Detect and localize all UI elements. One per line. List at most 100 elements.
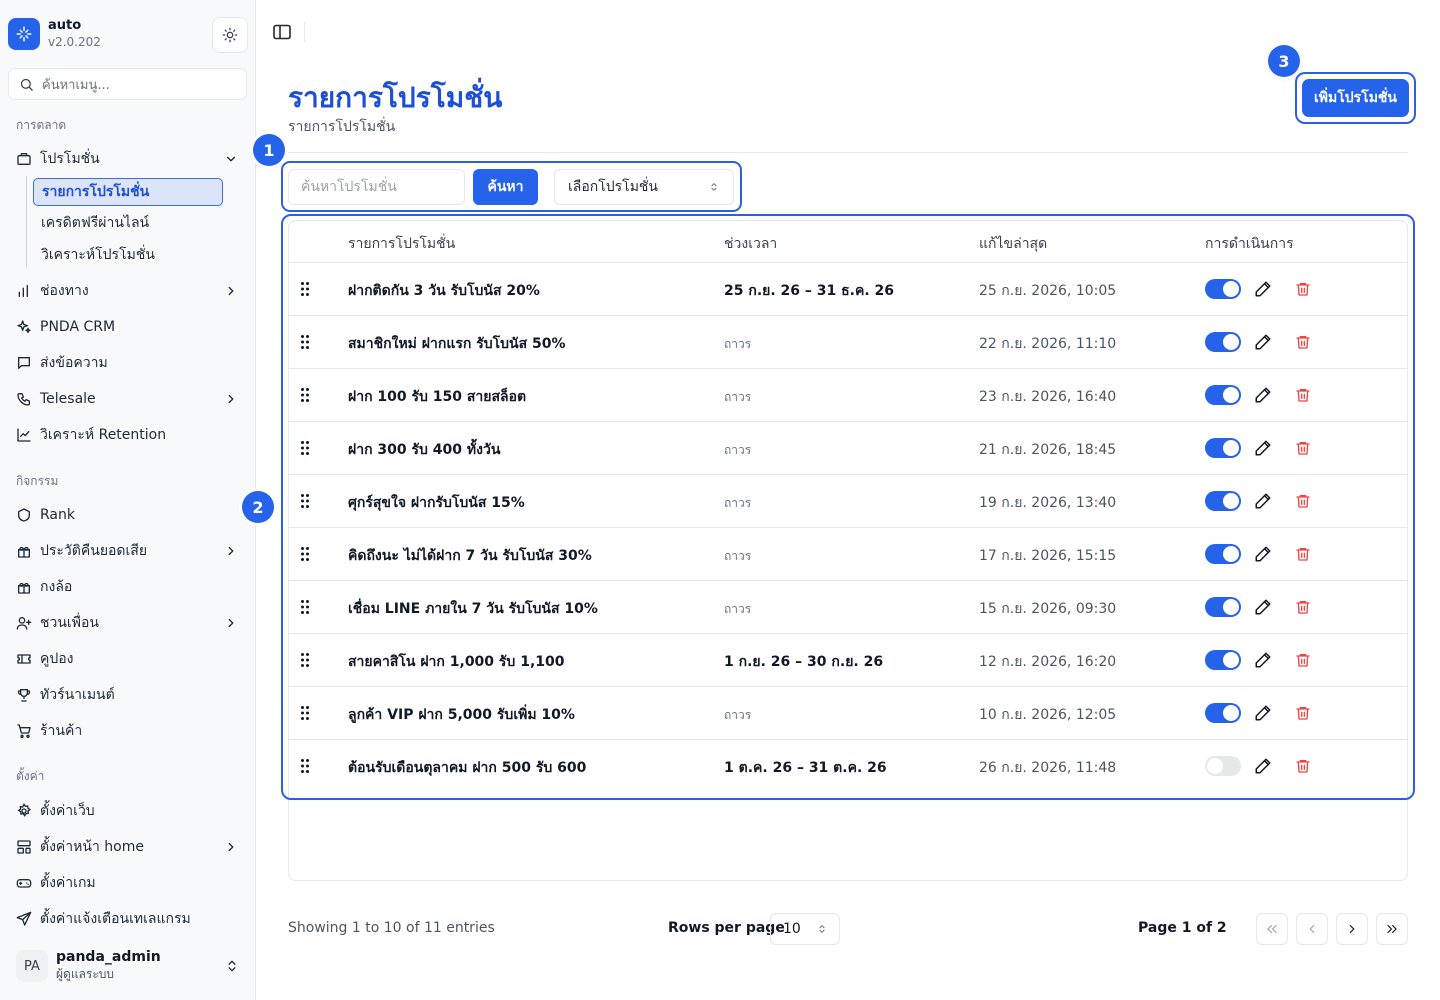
coupon-icon <box>16 651 32 667</box>
add-promotion-button[interactable]: เพิ่มโปรโมชั่น <box>1302 79 1409 117</box>
pencil-icon[interactable] <box>1254 492 1272 510</box>
sidebar-item-crm[interactable]: PNDA CRM <box>8 311 247 343</box>
drag-handle-icon[interactable] <box>300 758 310 774</box>
promotion-select[interactable]: เลือกโปรโมชั่น <box>554 169 734 205</box>
trash-icon[interactable] <box>1295 280 1311 298</box>
pencil-icon[interactable] <box>1254 651 1272 669</box>
entries-summary: Showing 1 to 10 of 11 entries <box>288 920 495 936</box>
trash-icon[interactable] <box>1295 598 1311 616</box>
line-chart-icon <box>16 427 32 443</box>
drag-handle-icon[interactable] <box>300 652 310 668</box>
panel-toggle-icon[interactable] <box>273 24 291 40</box>
sidebar-item-label: ตั้งค่าหน้า home <box>40 839 144 855</box>
enabled-toggle[interactable] <box>1205 491 1241 511</box>
enabled-toggle[interactable] <box>1205 756 1241 776</box>
sidebar-item-coupon[interactable]: คูปอง <box>8 643 247 675</box>
sidebar-item-retention[interactable]: วิเคราะห์ Retention <box>8 419 247 451</box>
sidebar-item-promotion[interactable]: โปรโมชั่น <box>8 143 247 175</box>
pencil-icon[interactable] <box>1254 757 1272 775</box>
sidebar-item-label: วิเคราะห์ Retention <box>40 427 167 443</box>
sidebar-subitem-promotion-analytics[interactable]: วิเคราะห์โปรโมชั่น <box>33 241 223 269</box>
pencil-icon[interactable] <box>1254 386 1272 404</box>
table-row: คิดถึงนะ ไม่ได้ฝาก 7 วัน รับโบนัส 30% ถาว… <box>289 527 1407 580</box>
enabled-toggle[interactable] <box>1205 544 1241 564</box>
chevrons-right-icon <box>1387 924 1397 934</box>
rows-per-page-select[interactable]: 10 <box>770 913 840 945</box>
sidebar-item-rank[interactable]: Rank <box>8 499 247 531</box>
pencil-icon[interactable] <box>1254 333 1272 351</box>
trash-icon[interactable] <box>1295 492 1311 510</box>
menu-search-input[interactable]: ค้นหาเมนู... <box>8 68 247 100</box>
promotion-updated: 25 ก.ย. 2026, 10:05 <box>979 283 1117 299</box>
sidebar-subitem-promotion-list[interactable]: รายการโปรโมชั่น <box>33 178 223 206</box>
pencil-icon[interactable] <box>1254 545 1272 563</box>
promotion-updated: 10 ก.ย. 2026, 12:05 <box>979 707 1117 723</box>
pencil-icon[interactable] <box>1254 598 1272 616</box>
last-page-button[interactable] <box>1376 913 1408 945</box>
trash-icon[interactable] <box>1295 333 1311 351</box>
drag-handle-icon[interactable] <box>300 387 310 403</box>
enabled-toggle[interactable] <box>1205 703 1241 723</box>
trash-icon[interactable] <box>1295 704 1311 722</box>
pencil-icon[interactable] <box>1254 439 1272 457</box>
drag-handle-icon[interactable] <box>300 599 310 615</box>
sidebar-item-wheel[interactable]: กงล้อ <box>8 571 247 603</box>
trash-icon[interactable] <box>1295 386 1311 404</box>
enabled-toggle[interactable] <box>1205 650 1241 670</box>
chevron-right-icon <box>223 283 239 299</box>
pencil-icon[interactable] <box>1254 704 1272 722</box>
trash-icon[interactable] <box>1295 545 1311 563</box>
user-menu[interactable]: PA panda_admin ผู้ดูแลระบบ <box>8 944 247 988</box>
trash-icon[interactable] <box>1295 439 1311 457</box>
table-row: ศุกร์สุขใจ ฝากรับโบนัส 15% ถาวร 19 ก.ย. 20… <box>289 474 1407 527</box>
chevrons-up-down-icon <box>709 180 719 198</box>
drag-handle-icon[interactable] <box>300 281 310 297</box>
sidebar-item-label: กงล้อ <box>40 579 73 595</box>
sidebar-item-game-settings[interactable]: ตั้งค่าเกม <box>8 867 247 899</box>
drag-handle-icon[interactable] <box>300 546 310 562</box>
sidebar-item-telesale[interactable]: Telesale <box>8 383 247 415</box>
search-button[interactable]: ค้นหา <box>473 169 538 205</box>
sidebar-item-invite-friends[interactable]: ชวนเพื่อน <box>8 607 247 639</box>
promotion-period: ถาวร <box>724 337 752 351</box>
enabled-toggle[interactable] <box>1205 438 1241 458</box>
drag-handle-icon[interactable] <box>300 440 310 456</box>
enabled-toggle[interactable] <box>1205 385 1241 405</box>
sidebar-item-label: ร้านค้า <box>40 723 83 739</box>
enabled-toggle[interactable] <box>1205 332 1241 352</box>
trash-icon[interactable] <box>1295 651 1311 669</box>
previous-page-button[interactable] <box>1296 913 1328 945</box>
drag-handle-icon[interactable] <box>300 705 310 721</box>
drag-handle-icon[interactable] <box>300 334 310 350</box>
promotion-period: ถาวร <box>724 602 752 616</box>
chevron-left-icon <box>1309 924 1315 934</box>
enabled-toggle[interactable] <box>1205 597 1241 617</box>
promotion-updated: 22 ก.ย. 2026, 11:10 <box>979 336 1117 352</box>
table-row: ลูกค้า VIP ฝาก 5,000 รับเพิ่ม 10% ถาวร 10 … <box>289 686 1407 739</box>
trash-icon[interactable] <box>1295 757 1311 775</box>
first-page-button[interactable] <box>1256 913 1288 945</box>
sidebar-item-shop[interactable]: ร้านค้า <box>8 715 247 747</box>
sidebar-item-cashback-history[interactable]: ประวัติคืนยอดเสีย <box>8 535 247 567</box>
divider <box>288 152 1408 153</box>
table-row: เชื่อม LINE ภายใน 7 วัน รับโบนัส 10% ถาวร… <box>289 580 1407 633</box>
promotion-search-input[interactable]: ค้นหาโปรโมชั่น <box>288 169 465 205</box>
sidebar-item-send-message[interactable]: ส่งข้อความ <box>8 347 247 379</box>
promotion-name: ฝาก 100 รับ 150 สายสล็อต <box>348 389 527 405</box>
drag-handle-icon[interactable] <box>300 493 310 509</box>
sidebar-subitem-line-credit[interactable]: เครดิตฟรีผ่านไลน์ <box>33 209 223 237</box>
pencil-icon[interactable] <box>1254 280 1272 298</box>
ticket-icon <box>16 151 32 167</box>
enabled-toggle[interactable] <box>1205 279 1241 299</box>
next-page-button[interactable] <box>1336 913 1368 945</box>
sidebar-item-channels[interactable]: ช่องทาง <box>8 275 247 307</box>
chevrons-up-down-icon <box>225 958 239 978</box>
sidebar-item-telegram-settings[interactable]: ตั้งค่าแจ้งเตือนเทเลแกรม <box>8 903 247 935</box>
promotion-name: คิดถึงนะ ไม่ได้ฝาก 7 วัน รับโบนัส 30% <box>348 548 592 564</box>
sidebar-item-tournament[interactable]: ทัวร์นาเมนต์ <box>8 679 247 711</box>
sidebar-item-web-settings[interactable]: ตั้งค่าเว็บ <box>8 795 247 827</box>
sidebar-item-home-settings[interactable]: ตั้งค่าหน้า home <box>8 831 247 863</box>
gift-icon <box>16 579 32 595</box>
brand: auto v2.0.202 <box>8 14 248 54</box>
theme-toggle-button[interactable] <box>212 17 248 53</box>
